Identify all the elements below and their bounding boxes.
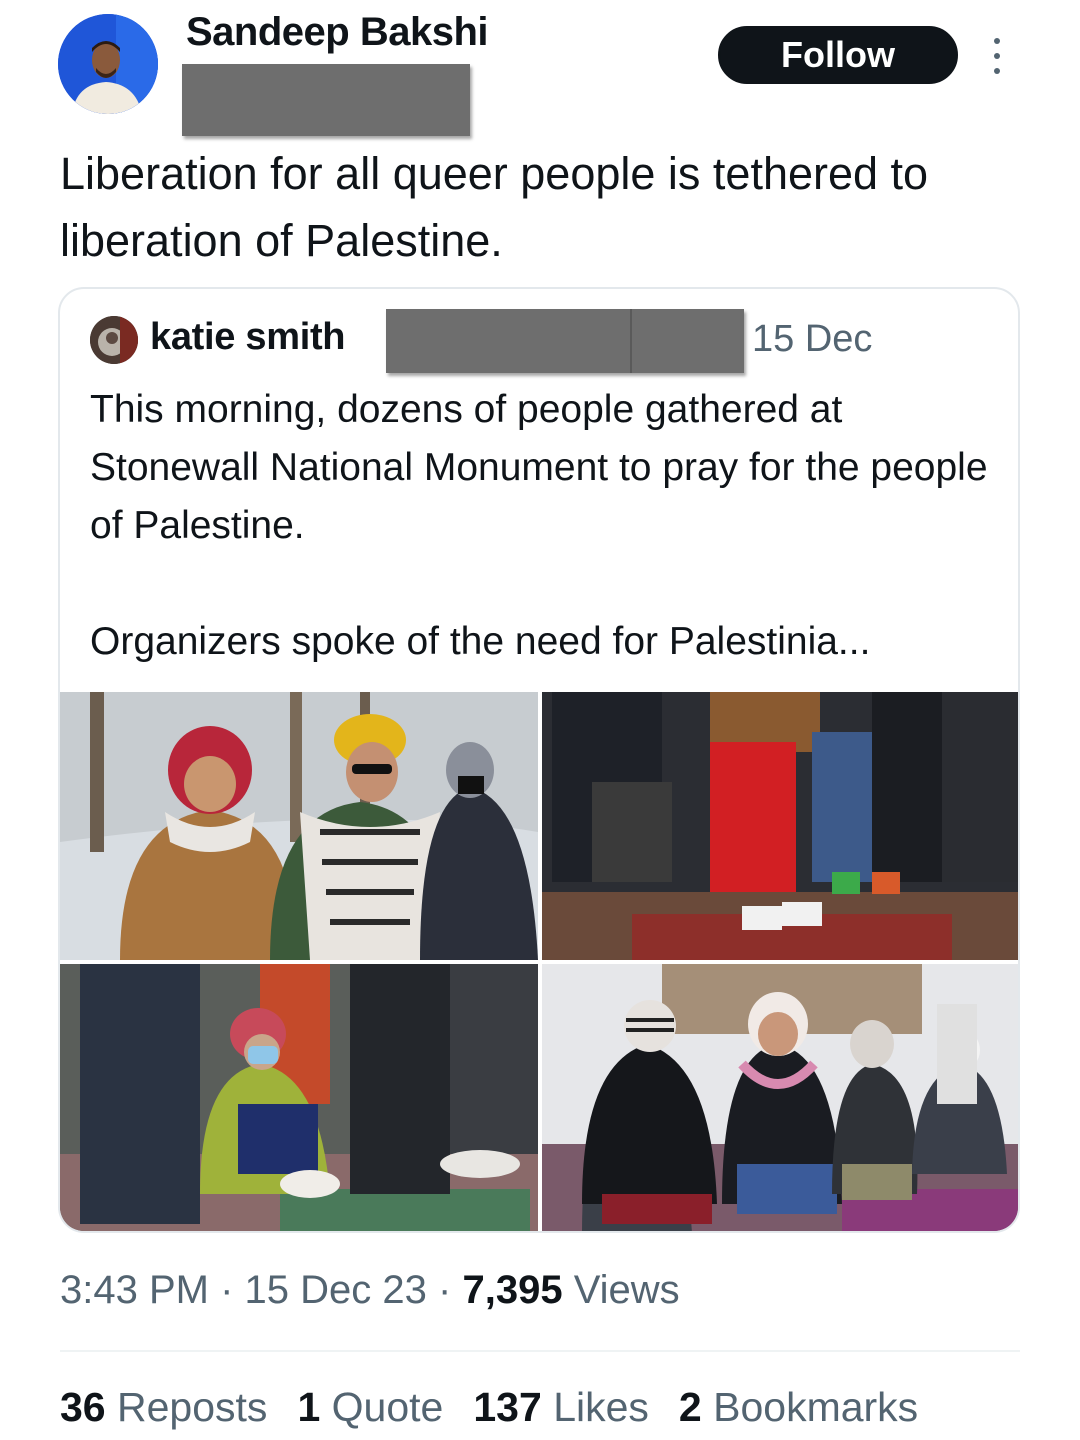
tweet-meta: 3:43 PM · 15 Dec 23 · 7,395 Views (60, 1268, 680, 1313)
meta-separator: · (220, 1268, 234, 1312)
quoted-text: This morning, dozens of people gathered … (90, 381, 1000, 671)
bookmarks-label: Bookmarks (713, 1384, 919, 1430)
tweet-text: Liberation for all queer people is tethe… (60, 148, 929, 266)
quoted-author-avatar (90, 316, 138, 364)
photo-1[interactable] (60, 692, 538, 960)
quoted-paragraph: This morning, dozens of people gathered … (90, 388, 988, 547)
quoted-tweet-card[interactable]: katie smith 15 Dec This morning, dozens … (58, 287, 1020, 1233)
likes-label: Likes (553, 1384, 649, 1430)
quoted-paragraph: Organizers spoke of the need for Palesti… (90, 620, 871, 663)
quoted-date[interactable]: 15 Dec (752, 318, 872, 361)
author-name[interactable]: Sandeep Bakshi (186, 10, 489, 55)
media-grid (60, 692, 1018, 1231)
likes-stat[interactable]: 137 Likes (473, 1384, 649, 1431)
views-count: 7,395 (462, 1268, 563, 1312)
tweet-time[interactable]: 3:43 PM (60, 1268, 209, 1312)
views-label: Views (573, 1268, 680, 1312)
tweet-date[interactable]: 15 Dec 23 (245, 1268, 427, 1312)
quotes-label: Quote (331, 1384, 444, 1430)
quotes-count: 1 (297, 1384, 321, 1430)
photo-3[interactable] (60, 964, 538, 1231)
bookmarks-count: 2 (678, 1384, 702, 1430)
divider (60, 1350, 1020, 1352)
engagement-stats: 36 Reposts 1 Quote 137 Likes 2 Bookmarks (60, 1384, 918, 1431)
redacted-quoted-handle (386, 309, 744, 373)
likes-count: 137 (473, 1384, 542, 1430)
author-avatar[interactable] (58, 14, 158, 114)
photo-2[interactable] (542, 692, 1018, 960)
redacted-handle (182, 64, 470, 136)
follow-button[interactable]: Follow (718, 26, 958, 84)
meta-separator: · (438, 1268, 452, 1312)
bookmarks-stat[interactable]: 2 Bookmarks (679, 1384, 918, 1431)
quotes-stat[interactable]: 1 Quote (297, 1384, 443, 1431)
reposts-label: Reposts (117, 1384, 268, 1430)
photo-4[interactable] (542, 964, 1018, 1231)
quoted-author-name[interactable]: katie smith (150, 316, 346, 359)
reposts-stat[interactable]: 36 Reposts (60, 1384, 267, 1431)
reposts-count: 36 (60, 1384, 106, 1430)
more-vertical-icon[interactable] (990, 38, 1004, 74)
